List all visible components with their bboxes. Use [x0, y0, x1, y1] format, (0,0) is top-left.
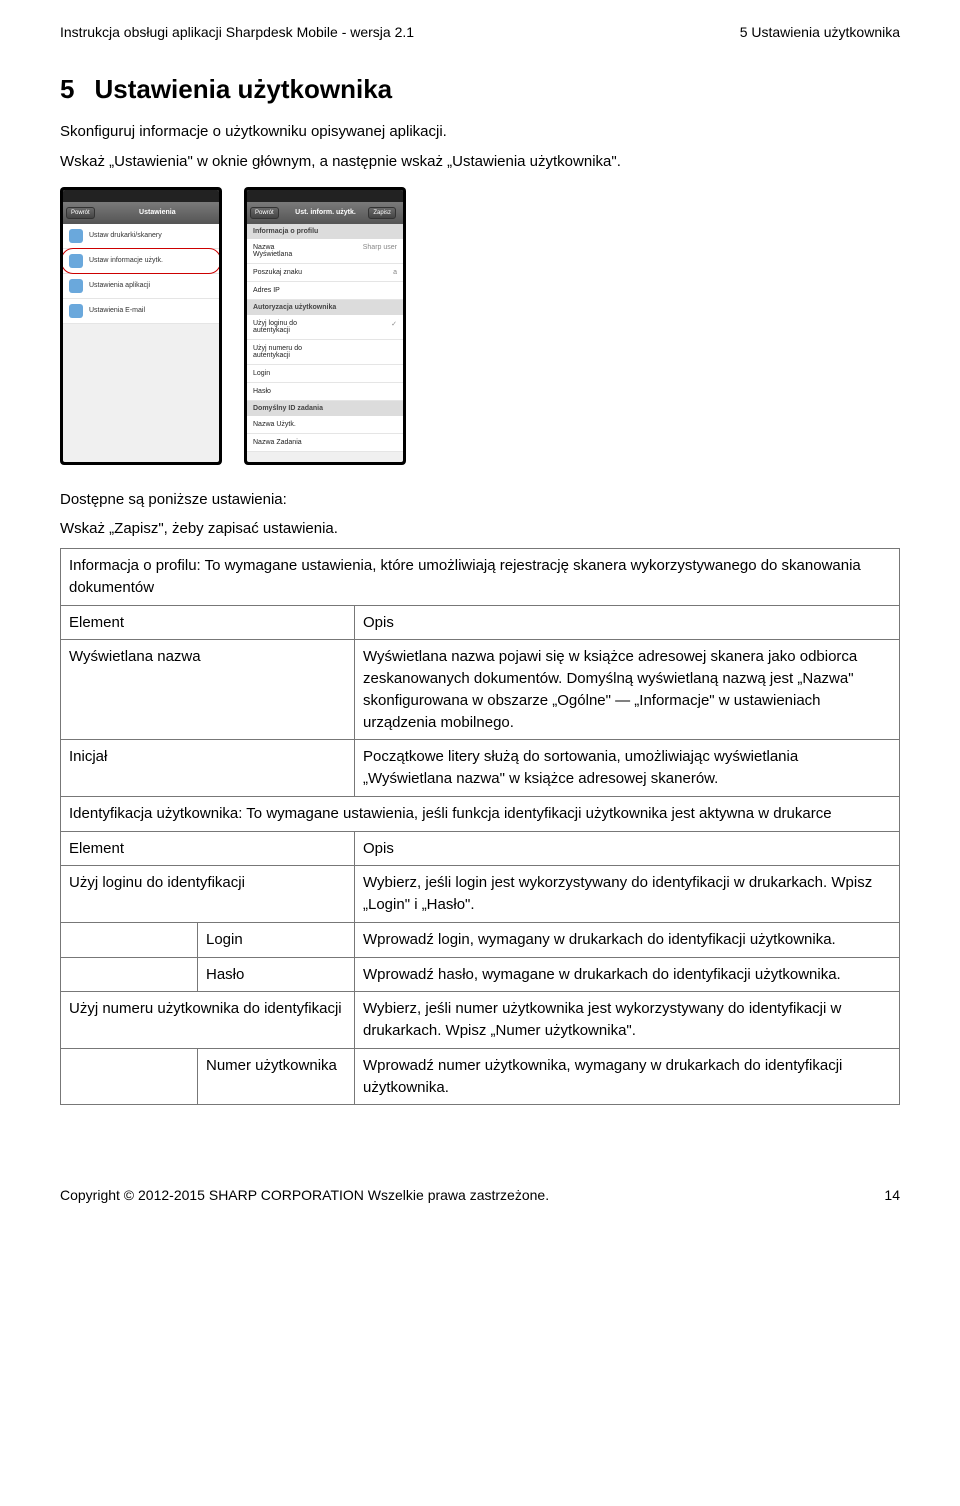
save-button[interactable]: Zapisz	[368, 207, 396, 219]
intro-p2: Wskaż „Ustawienia" w oknie głównym, a na…	[60, 151, 900, 173]
col-element: Element	[61, 605, 355, 640]
cell-desc: Wprowadź hasło, wymagane w drukarkach do…	[355, 957, 900, 992]
cell-sub: Login	[198, 922, 355, 957]
screenshots-row: Powrót Ustawienia Ustaw drukarki/skanery…	[60, 187, 900, 465]
setting-row[interactable]: Poszukaj znakua	[247, 264, 403, 282]
col-desc: Opis	[355, 605, 900, 640]
phone-1: Powrót Ustawienia Ustaw drukarki/skanery…	[60, 187, 222, 465]
section-header: Domyślny ID zadania	[247, 401, 403, 416]
printer-icon	[69, 229, 83, 243]
setting-row[interactable]: Hasło	[247, 383, 403, 401]
list-item[interactable]: Ustaw drukarki/skanery	[63, 224, 219, 249]
section-heading: 5 Ustawienia użytkownika	[60, 74, 900, 105]
cell-empty	[61, 922, 198, 957]
nav-title: Ustawienia	[99, 209, 216, 216]
doc-title-right: 5 Ustawienia użytkownika	[740, 24, 900, 40]
cell-desc: Wybierz, jeśli numer użytkownika jest wy…	[355, 992, 900, 1049]
col-desc: Opis	[355, 831, 900, 866]
cell-desc: Wprowadź numer użytkownika, wymagany w d…	[355, 1048, 900, 1105]
below-p2: Wskaż „Zapisz", żeby zapisać ustawienia.	[60, 518, 900, 540]
settings-table: Informacja o profilu: To wymagane ustawi…	[60, 548, 900, 1105]
cell-sub: Hasło	[198, 957, 355, 992]
back-button[interactable]: Powrót	[66, 207, 95, 219]
cell-element: Użyj loginu do identyfikacji	[61, 866, 355, 923]
list-item[interactable]: Ustawienia E-mail	[63, 299, 219, 324]
table-head: Informacja o profilu: To wymagane ustawi…	[61, 549, 900, 606]
user-icon	[69, 254, 83, 268]
section-number: 5	[60, 74, 74, 105]
list-item[interactable]: Ustawienia aplikacji	[63, 274, 219, 299]
setting-row[interactable]: Login	[247, 365, 403, 383]
col-element: Element	[61, 831, 355, 866]
cell-desc: Wprowadź login, wymagany w drukarkach do…	[355, 922, 900, 957]
setting-row[interactable]: Nazwa Użytk.	[247, 416, 403, 434]
below-p1: Dostępne są poniższe ustawienia:	[60, 489, 900, 511]
table-head: Identyfikacja użytkownika: To wymagane u…	[61, 796, 900, 831]
nav-title: Ust. inform. użytk.	[283, 209, 369, 216]
section-header: Autoryzacja użytkownika	[247, 300, 403, 315]
app-icon	[69, 279, 83, 293]
cell-sub: Numer użytkownika	[198, 1048, 355, 1105]
cell-empty	[61, 957, 198, 992]
doc-title-left: Instrukcja obsługi aplikacji Sharpdesk M…	[60, 24, 414, 40]
cell-desc: Początkowe litery służą do sortowania, u…	[355, 740, 900, 797]
setting-row[interactable]: Użyj loginu do autentykacji✓	[247, 315, 403, 340]
intro-p1: Skonfiguruj informacje o użytkowniku opi…	[60, 121, 900, 143]
section-title-text: Ustawienia użytkownika	[94, 74, 392, 104]
setting-row[interactable]: Nazwa Zadania	[247, 434, 403, 452]
footer-copyright: Copyright © 2012-2015 SHARP CORPORATION …	[60, 1187, 549, 1203]
setting-row[interactable]: Użyj numeru do autentykacji	[247, 340, 403, 365]
mail-icon	[69, 304, 83, 318]
phone-2: Powrót Ust. inform. użytk. Zapisz Inform…	[244, 187, 406, 465]
cell-element: Wyświetlana nazwa	[61, 640, 355, 740]
cell-desc: Wyświetlana nazwa pojawi się w książce a…	[355, 640, 900, 740]
cell-element: Użyj numeru użytkownika do identyfikacji	[61, 992, 355, 1049]
setting-row[interactable]: Nazwa WyświetlanaSharp user	[247, 239, 403, 264]
cell-empty	[61, 1048, 198, 1105]
back-button[interactable]: Powrót	[250, 207, 279, 219]
page-number: 14	[884, 1187, 900, 1203]
cell-element: Inicjał	[61, 740, 355, 797]
setting-row[interactable]: Adres IP	[247, 282, 403, 300]
list-item-highlighted[interactable]: Ustaw informacje użytk.	[63, 249, 219, 274]
cell-desc: Wybierz, jeśli login jest wykorzystywany…	[355, 866, 900, 923]
section-header: Informacja o profilu	[247, 224, 403, 239]
